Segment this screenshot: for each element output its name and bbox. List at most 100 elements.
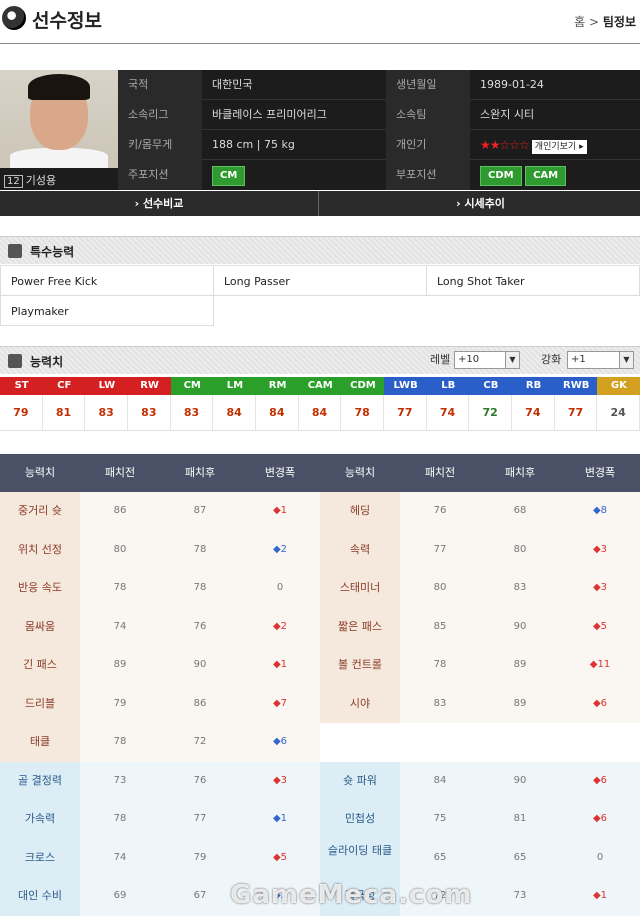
position-rating: 78	[341, 395, 384, 431]
position-label: CM	[170, 377, 214, 395]
position-rating: 84	[256, 395, 299, 431]
position-rating: 79	[0, 395, 43, 431]
table-row: 몸싸움 74 76 ◆2 짧은 패스 85 90 ◆5	[0, 607, 640, 646]
stat-change: 0	[240, 569, 320, 608]
breadcrumb-home-link[interactable]: 홈	[574, 15, 585, 29]
main-position-list: CM	[202, 160, 386, 190]
stat-before: 84	[400, 761, 480, 800]
stat-before: 80	[80, 530, 160, 569]
stat-after: 76	[160, 761, 240, 800]
stat-name: 시야	[320, 684, 400, 723]
stat-change: ◆3	[560, 569, 640, 608]
stat-after: 89	[480, 684, 560, 723]
position-rating: 72	[469, 395, 512, 431]
position-badge: CDM	[480, 166, 522, 186]
stat-change: ◆6	[560, 761, 640, 800]
stat-name: 위치 선정	[0, 530, 80, 569]
enhance-label: 강화	[541, 353, 562, 366]
breadcrumb-current: 팀정보	[602, 15, 636, 29]
stat-before: 74	[80, 607, 160, 646]
skill-view-button[interactable]: 개인기보기 ▸	[531, 140, 587, 154]
position-label: CDM	[341, 377, 385, 395]
position-rating: 74	[512, 395, 555, 431]
player-info-panel: 12 기성용 국적 대한민국 생년월일 1989-01-24 소속리그 바클레이스…	[0, 70, 640, 190]
stat-change: ◆6	[240, 723, 320, 762]
stat-before: 78	[400, 646, 480, 685]
breadcrumb-separator: >	[588, 15, 600, 29]
stat-change: ◆6	[560, 800, 640, 839]
stat-after: 90	[160, 646, 240, 685]
table-row: 태클 78 72 ◆6	[0, 723, 640, 762]
popularity-value: ★★☆☆☆ 개인기보기 ▸	[470, 130, 640, 160]
stat-change: ◆3	[240, 761, 320, 800]
position-rating: 77	[554, 395, 598, 431]
stat-after: 90	[480, 607, 560, 646]
position-rating: 81	[42, 395, 86, 431]
team-label: 소속팀	[386, 100, 470, 130]
stat-name: 반응 속도	[0, 569, 80, 608]
position-label: LW	[85, 377, 129, 395]
player-name-bar: 12 기성용	[0, 168, 118, 190]
stat-name: 골 결정력	[0, 761, 80, 800]
player-number: 12	[4, 175, 23, 188]
position-rating: 24	[597, 395, 640, 431]
stat-after: 72	[160, 723, 240, 762]
section-title: 능력치	[30, 355, 64, 369]
position-label: GK	[597, 377, 640, 395]
position-rating: 84	[298, 395, 342, 431]
position-label: CAM	[298, 377, 342, 395]
table-row: 중거리 슛 86 87 ◆1 헤딩 76 68 ◆8	[0, 492, 640, 531]
compare-player-button[interactable]: › 선수비교	[0, 191, 319, 216]
stat-after: 78	[160, 530, 240, 569]
stat-name: 볼 컨트롤	[320, 646, 400, 685]
section-title: 특수능력	[30, 245, 75, 259]
column-header: 패치전	[424, 466, 456, 479]
body-label: 키/몸무게	[118, 130, 202, 160]
position-label: LM	[213, 377, 257, 395]
level-label: 레벨	[430, 353, 451, 366]
stat-change: 0	[560, 838, 640, 877]
stat-change: ◆2	[240, 607, 320, 646]
stat-change: ◆8	[560, 492, 640, 531]
position-label: LWB	[384, 377, 428, 395]
position-label: CF	[42, 377, 86, 395]
stat-change: ◆5	[560, 607, 640, 646]
enhance-select[interactable]: +1 ▼	[567, 351, 634, 369]
position-label: RW	[128, 377, 172, 395]
stat-before: 76	[400, 492, 480, 531]
stat-name: 민첩성	[320, 800, 400, 839]
stat-after: 89	[480, 646, 560, 685]
sub-position-label: 부포지션	[386, 160, 470, 190]
position-rating: 83	[128, 395, 171, 431]
column-header: 능력치	[344, 466, 376, 479]
stat-after: 83	[480, 569, 560, 608]
stat-after: 78	[160, 569, 240, 608]
position-label: LB	[426, 377, 470, 395]
stat-name: 중거리 슛	[0, 492, 80, 531]
column-header: 변경폭	[264, 466, 296, 479]
league-value: 바클레이스 프리미어리그	[212, 108, 327, 121]
table-row: 긴 패스 89 90 ◆1 볼 컨트롤 78 89 ◆11	[0, 646, 640, 685]
player-name: 기성용	[25, 174, 57, 187]
stat-after: 81	[480, 800, 560, 839]
stat-after: 67	[160, 877, 240, 916]
table-row: 위치 선정 80 78 ◆2 속력 77 80 ◆3	[0, 530, 640, 569]
stat-after: 87	[160, 492, 240, 531]
position-rating: 77	[384, 395, 427, 431]
table-row: 크로스 74 79 ◆5 슬라이딩 태클 65 65 0	[0, 838, 640, 877]
stat-name: 긴 패스	[0, 646, 80, 685]
stat-before: 89	[80, 646, 160, 685]
sub-position-list: CDM CAM	[470, 160, 640, 190]
stat-after: 86	[160, 684, 240, 723]
stat-before: 85	[400, 607, 480, 646]
stat-after: 79	[160, 838, 240, 877]
stat-change: ◆7	[240, 684, 320, 723]
position-label: CB	[469, 377, 513, 395]
watermark: GameMeca.com	[230, 880, 473, 910]
level-select[interactable]: +10 ▼	[454, 351, 520, 369]
stat-before: 78	[80, 569, 160, 608]
price-trend-button[interactable]: › 시세추이	[321, 191, 640, 216]
stat-before: 77	[400, 530, 480, 569]
chevron-down-icon: ▼	[505, 352, 519, 368]
position-rating: 83	[170, 395, 214, 431]
